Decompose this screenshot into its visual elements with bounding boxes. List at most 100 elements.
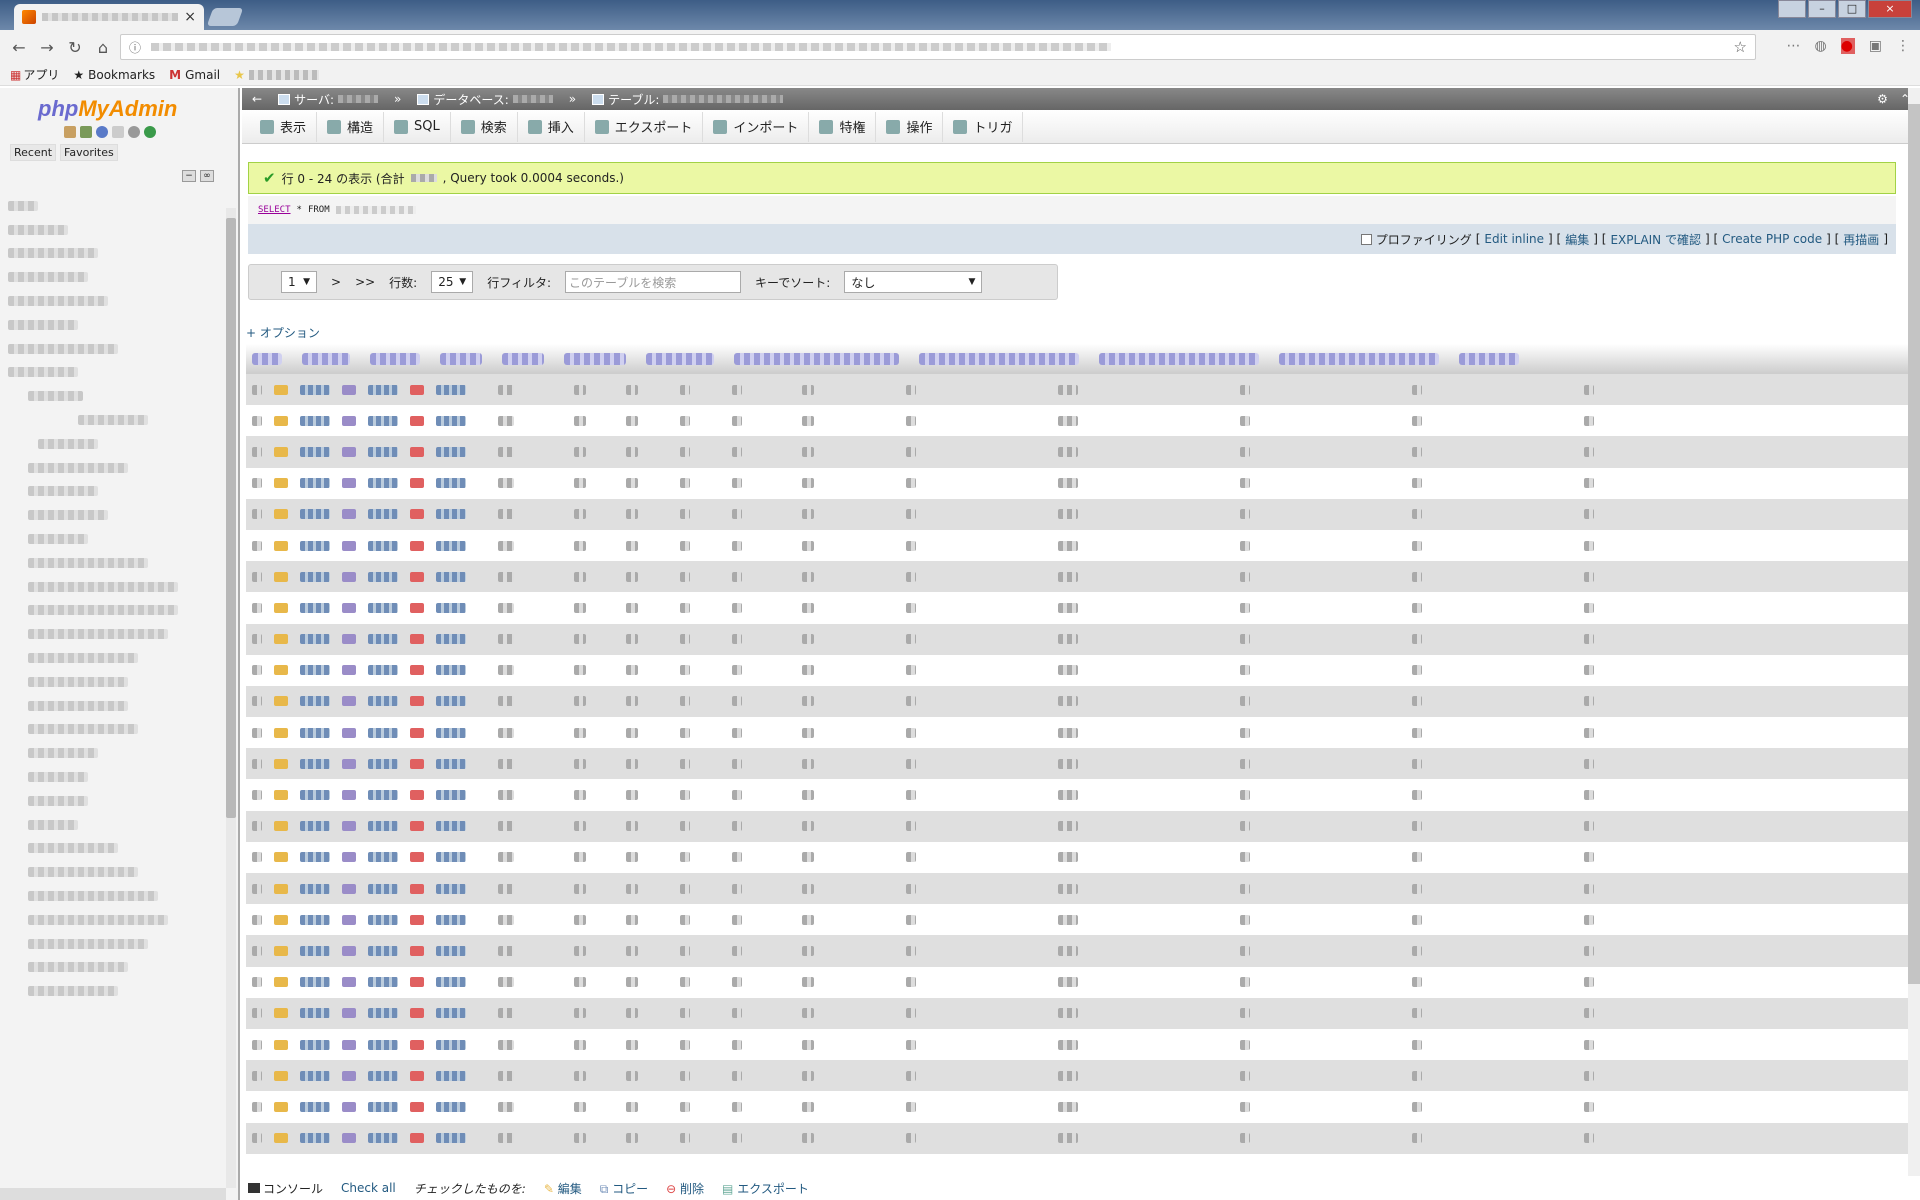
copy-icon[interactable]	[342, 446, 356, 457]
column-header[interactable]	[646, 353, 714, 365]
delete-label[interactable]	[436, 1133, 466, 1144]
copy-label[interactable]	[368, 478, 398, 489]
home-icon[interactable]	[64, 126, 76, 138]
tree-item[interactable]	[8, 741, 228, 765]
link-with-main-icon[interactable]: ∞	[200, 170, 214, 182]
page-select[interactable]: 1 ▼	[281, 271, 317, 293]
row-checkbox[interactable]	[252, 1070, 262, 1081]
delete-label[interactable]	[436, 696, 466, 707]
tree-item[interactable]	[8, 860, 228, 884]
delete-label[interactable]	[436, 914, 466, 925]
copy-label[interactable]	[368, 883, 398, 894]
tree-item[interactable]	[8, 527, 228, 551]
row-checkbox[interactable]	[252, 914, 262, 925]
copy-label[interactable]	[368, 914, 398, 925]
edit-label[interactable]	[300, 945, 330, 956]
copy-label[interactable]	[368, 602, 398, 613]
copy-icon[interactable]	[342, 758, 356, 769]
column-header[interactable]	[440, 353, 482, 365]
phpmyadmin-logo[interactable]: phpMyAdmin	[38, 96, 238, 122]
table-row[interactable]	[246, 717, 1910, 749]
delete-icon[interactable]	[410, 571, 424, 582]
menu-icon[interactable]: ⋮	[1896, 38, 1910, 54]
address-bar[interactable]: ⓘ ☆	[120, 34, 1756, 60]
extension-icon[interactable]: ▣	[1869, 38, 1882, 54]
row-checkbox[interactable]	[252, 1133, 262, 1144]
tree-item[interactable]	[8, 313, 228, 337]
explain-link[interactable]: EXPLAIN で確認	[1610, 231, 1701, 248]
edit-label[interactable]	[300, 1039, 330, 1050]
next-page-button[interactable]: >	[331, 275, 341, 289]
collapse-all-icon[interactable]: −	[182, 170, 196, 182]
copy-label[interactable]	[368, 634, 398, 645]
row-filter-input[interactable]: このテーブルを検索	[565, 271, 742, 293]
table-row[interactable]	[246, 1060, 1910, 1092]
extension-icon[interactable]: ⋯	[1787, 38, 1801, 54]
edit-label[interactable]	[300, 883, 330, 894]
table-row[interactable]	[246, 966, 1910, 998]
user-profile-button[interactable]	[1778, 0, 1806, 18]
edit-label[interactable]	[300, 571, 330, 582]
delete-icon[interactable]	[410, 446, 424, 457]
favorites-tab[interactable]: Favorites	[60, 144, 118, 161]
edit-icon[interactable]	[274, 758, 288, 769]
copy-label[interactable]	[368, 1133, 398, 1144]
row-checkbox[interactable]	[252, 384, 262, 395]
reload-icon[interactable]: ↻	[64, 38, 86, 57]
console-toggle[interactable]: コンソール	[248, 1180, 323, 1197]
delete-icon[interactable]	[410, 665, 424, 676]
delete-icon[interactable]	[410, 852, 424, 863]
edit-icon[interactable]	[274, 790, 288, 801]
delete-icon[interactable]	[410, 758, 424, 769]
copy-icon[interactable]	[342, 696, 356, 707]
row-checkbox[interactable]	[252, 758, 262, 769]
close-tab-icon[interactable]: ×	[184, 9, 196, 25]
row-checkbox[interactable]	[252, 883, 262, 894]
table-row[interactable]	[246, 873, 1910, 905]
edit-label[interactable]	[300, 602, 330, 613]
table-row[interactable]	[246, 561, 1910, 593]
tree-item[interactable]	[8, 884, 228, 908]
delete-label[interactable]	[436, 415, 466, 426]
delete-icon[interactable]	[410, 540, 424, 551]
delete-icon[interactable]	[410, 883, 424, 894]
table-row[interactable]	[246, 997, 1910, 1029]
tree-item[interactable]	[8, 956, 228, 980]
delete-label[interactable]	[436, 1039, 466, 1050]
edit-icon[interactable]	[274, 1070, 288, 1081]
table-row[interactable]	[246, 405, 1910, 437]
row-checkbox[interactable]	[252, 790, 262, 801]
delete-icon[interactable]	[410, 1133, 424, 1144]
delete-label[interactable]	[436, 790, 466, 801]
row-checkbox[interactable]	[252, 602, 262, 613]
tree-item[interactable]	[8, 932, 228, 956]
edit-icon[interactable]	[274, 945, 288, 956]
edit-icon[interactable]	[274, 384, 288, 395]
edit-icon[interactable]	[274, 1039, 288, 1050]
delete-icon[interactable]	[410, 1039, 424, 1050]
copy-label[interactable]	[368, 977, 398, 988]
edit-icon[interactable]	[274, 665, 288, 676]
table-row[interactable]	[246, 935, 1910, 967]
edit-label[interactable]	[300, 914, 330, 925]
tree-item[interactable]	[8, 979, 228, 1003]
edit-label[interactable]	[300, 727, 330, 738]
edit-label[interactable]	[300, 1070, 330, 1081]
delete-icon[interactable]	[410, 478, 424, 489]
breadcrumb-table[interactable]: テーブル:	[592, 91, 784, 108]
delete-icon[interactable]	[410, 634, 424, 645]
tab-operations[interactable]: 操作	[876, 111, 944, 142]
delete-label[interactable]	[436, 1070, 466, 1081]
row-checkbox[interactable]	[252, 1101, 262, 1112]
delete-icon[interactable]	[410, 696, 424, 707]
tree-item[interactable]	[8, 408, 228, 432]
row-checkbox[interactable]	[252, 634, 262, 645]
copy-icon[interactable]	[342, 727, 356, 738]
copy-label[interactable]	[368, 852, 398, 863]
edit-icon[interactable]	[274, 977, 288, 988]
table-row[interactable]	[246, 904, 1910, 936]
maximize-button[interactable]: □	[1838, 0, 1866, 18]
row-checkbox[interactable]	[252, 821, 262, 832]
tab-export[interactable]: エクスポート	[585, 111, 704, 142]
sql-keyword-select[interactable]: SELECT	[258, 205, 291, 215]
